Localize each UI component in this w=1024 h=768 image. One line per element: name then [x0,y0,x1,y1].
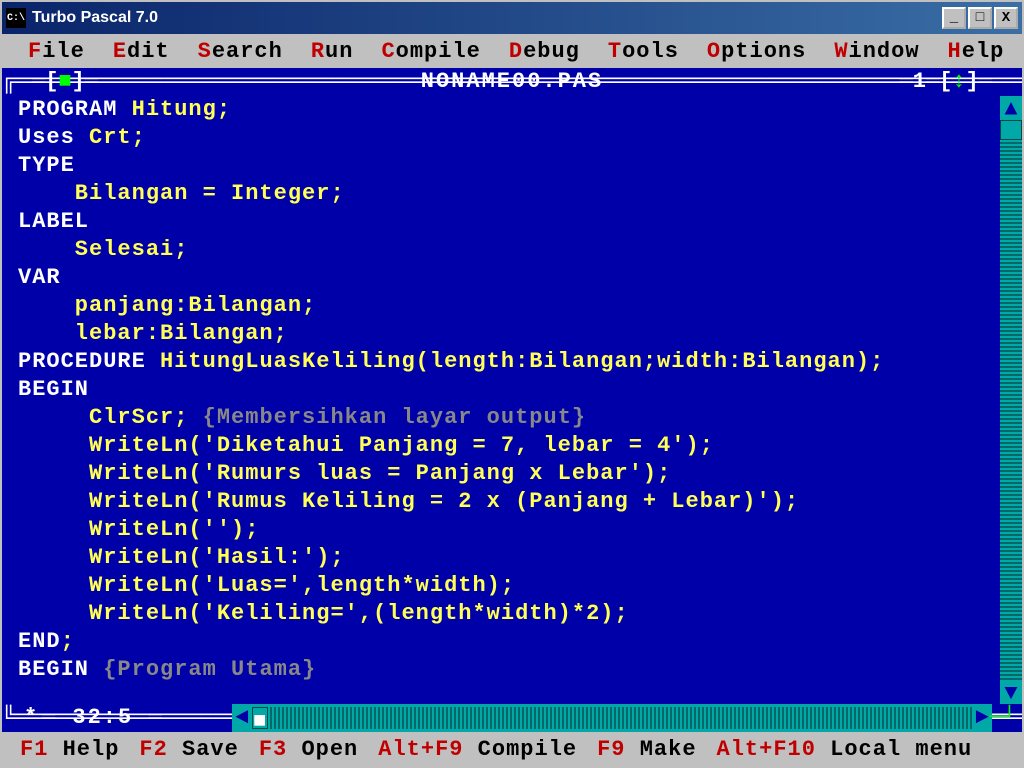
vertical-scrollbar[interactable]: ▲ ▼ [1000,96,1022,704]
vscroll-thumb[interactable] [1000,120,1022,140]
code-line[interactable]: BEGIN [18,376,1006,404]
resize-corner[interactable]: ─┘ [990,704,1016,732]
hscroll-track[interactable]: ■ [252,707,972,729]
status-localmenu[interactable]: Alt+F10 Local menu [707,737,983,762]
code-line[interactable]: WriteLn('Luas=',length*width); [18,572,1006,600]
status-save[interactable]: F2 Save [129,737,248,762]
horizontal-scrollbar[interactable]: ◄ ■ ► [232,704,992,732]
menu-search[interactable]: Search [184,37,297,66]
editor-window: ╔═══════════════════════════════════════… [2,68,1022,732]
status-help[interactable]: F1 Help [10,737,129,762]
window-controls: _ □ X [942,7,1018,29]
code-line[interactable]: PROCEDURE HitungLuasKeliling(length:Bila… [18,348,1006,376]
editor-frame-bottom: ╚═══════════════════════════════════════… [2,704,1022,732]
code-line[interactable]: LABEL [18,208,1006,236]
close-button[interactable]: X [994,7,1018,29]
code-line[interactable]: ClrScr; {Membersihkan layar output} [18,404,1006,432]
menu-options[interactable]: Options [693,37,820,66]
code-line[interactable]: lebar:Bilangan; [18,320,1006,348]
code-line[interactable]: WriteLn(''); [18,516,1006,544]
code-line[interactable]: Selesai; [18,236,1006,264]
scroll-left-icon[interactable]: ◄ [232,704,252,732]
menu-file[interactable]: File [14,37,99,66]
menu-tools[interactable]: Tools [594,37,693,66]
code-editor[interactable]: PROGRAM Hitung;Uses Crt;TYPE Bilangan = … [2,96,1022,684]
code-line[interactable]: WriteLn('Rumus Keliling = 2 x (Panjang +… [18,488,1006,516]
editor-zoom-box[interactable]: ═1═[↕]═ [900,68,992,96]
code-line[interactable]: END; [18,628,1006,656]
code-line[interactable]: TYPE [18,152,1006,180]
code-line[interactable]: BEGIN {Program Utama} [18,656,1006,684]
maximize-button[interactable]: □ [968,7,992,29]
code-line[interactable]: WriteLn('Diketahui Panjang = 7, lebar = … [18,432,1006,460]
hscroll-thumb[interactable]: ■ [252,707,268,729]
code-line[interactable]: VAR [18,264,1006,292]
code-line[interactable]: panjang:Bilangan; [18,292,1006,320]
minimize-button[interactable]: _ [942,7,966,29]
code-line[interactable]: WriteLn('Hasil:'); [18,544,1006,572]
code-line[interactable]: WriteLn('Rumurs luas = Panjang x Lebar')… [18,460,1006,488]
vscroll-track[interactable] [1000,120,1022,680]
scroll-down-icon[interactable]: ▼ [1000,680,1022,704]
code-line[interactable]: WriteLn('Keliling=',(length*width)*2); [18,600,1006,628]
system-menu-icon[interactable]: C:\ [6,8,26,28]
app-window: C:\ Turbo Pascal 7.0 _ □ X File Edit Sea… [0,0,1024,768]
code-line[interactable]: Bilangan = Integer; [18,180,1006,208]
menubar: File Edit Search Run Compile Debug Tools… [2,34,1022,68]
window-title: Turbo Pascal 7.0 [32,9,942,27]
menu-window[interactable]: Window [820,37,933,66]
editor-filename: NONAME00.PAS [417,68,607,96]
statusbar: F1 Help F2 Save F3 Open Alt+F9 Compile F… [2,732,1022,766]
menu-run[interactable]: Run [297,37,368,66]
modified-indicator: * [24,704,37,732]
scroll-up-icon[interactable]: ▲ [1000,96,1022,120]
menu-help[interactable]: Help [934,37,1019,66]
code-line[interactable]: PROGRAM Hitung; [18,96,1006,124]
code-line[interactable]: Uses Crt; [18,124,1006,152]
status-compile[interactable]: Alt+F9 Compile [368,737,587,762]
menu-debug[interactable]: Debug [495,37,594,66]
status-open[interactable]: F3 Open [249,737,368,762]
editor-frame-top: ╔═══════════════════════════════════════… [2,68,1022,96]
titlebar[interactable]: C:\ Turbo Pascal 7.0 _ □ X [2,2,1022,34]
menu-compile[interactable]: Compile [367,37,494,66]
status-make[interactable]: F9 Make [587,737,706,762]
editor-close-box[interactable]: ═[■]═ [32,68,98,96]
menu-edit[interactable]: Edit [99,37,184,66]
